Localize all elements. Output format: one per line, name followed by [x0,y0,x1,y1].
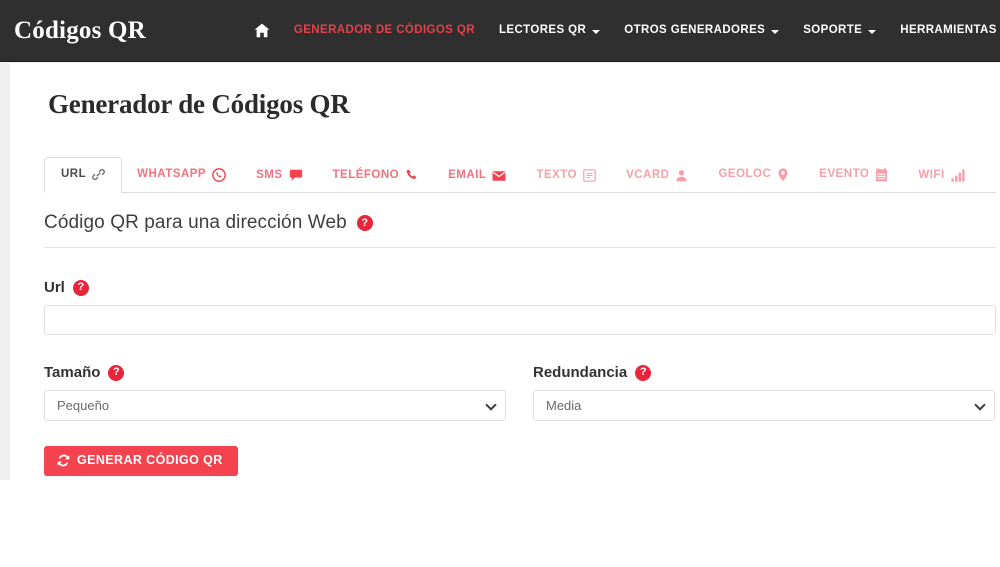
tab-sms[interactable]: SMS [241,160,317,192]
whatsapp-icon [212,168,226,182]
page-title: Generador de Códigos QR [48,89,350,119]
qr-form: Url ? Tamaño ? Pequeño Redundancia ? Med… [44,279,996,476]
tab-email[interactable]: EMAIL [433,161,521,192]
chevron-down-icon [771,29,780,34]
chevron-down-icon [868,29,877,34]
url-field-label: Url ? [44,279,996,296]
tab-wifi[interactable]: WIFI [903,160,979,192]
redundancy-field: Redundancia ? Media [533,337,995,421]
home-icon [254,23,270,38]
redundancy-select[interactable]: Media [533,390,995,421]
redundancy-label-text: Redundancia [533,364,628,381]
tab-label: TELÉFONO [332,168,400,181]
tab-telefono[interactable]: TELÉFONO [318,160,434,192]
redundancy-select-wrapper: Media [533,390,995,421]
help-icon[interactable]: ? [108,364,125,381]
tab-label: TEXTO [536,168,578,181]
nav-item-label: LECTORES QR [498,23,587,36]
size-select[interactable]: Pequeño [44,390,506,421]
calendar-icon [875,168,888,182]
content-card: Generador de Códigos QR URL WHATSAPP SMS… [10,63,1000,480]
tab-label: SMS [256,168,283,181]
help-icon[interactable]: ? [72,279,89,296]
tab-label: GEOLOC [718,168,772,181]
tab-label: WIFI [918,168,945,181]
tab-vcard[interactable]: VCARD [611,160,703,192]
phone-icon [405,169,418,182]
nav-item-label: GENERADOR DE CÓDIGOS QR [293,23,475,36]
chevron-down-icon [592,29,601,34]
tab-geoloc[interactable]: GEOLOC [703,159,804,192]
tab-evento[interactable]: EVENTO [804,159,903,192]
tab-label: WHATSAPP [137,168,207,181]
url-input[interactable] [44,305,996,335]
tab-label: EMAIL [448,169,487,182]
generate-qr-button[interactable]: Generar código QR [44,446,238,476]
navbar-menu: GENERADOR DE CÓDIGOS QR LECTORES QR OTRO… [242,23,1000,38]
signal-bars-icon [951,169,965,182]
sync-icon [57,454,70,467]
tab-texto[interactable]: TEXTO [521,160,611,192]
nav-item-lectores[interactable]: LECTORES QR [487,23,612,37]
nav-item-generador[interactable]: GENERADOR DE CÓDIGOS QR [282,23,487,37]
tab-whatsapp[interactable]: WHATSAPP [122,159,241,192]
help-icon[interactable]: ? [635,364,652,381]
text-box-icon [583,169,596,182]
comment-icon [289,169,303,182]
tab-label: VCARD [626,168,670,181]
user-icon [675,169,688,182]
site-brand[interactable]: Códigos QR [14,17,154,45]
envelope-icon [492,170,506,182]
section-heading: Código QR para una dirección Web ? [44,212,996,248]
tab-url[interactable]: URL [44,157,123,193]
redundancy-field-label: Redundancia ? [533,364,995,381]
nav-item-label: SOPORTE [803,23,863,36]
link-icon [92,168,106,181]
nav-item-home[interactable] [242,23,282,38]
form-options-row: Tamaño ? Pequeño Redundancia ? Media [44,337,996,421]
size-field-label: Tamaño ? [44,364,506,381]
nav-item-herramientas[interactable]: HERRAMIENTAS [888,23,1000,37]
section-title: Código QR para una dirección Web [44,212,347,233]
top-navbar: Códigos QR GENERADOR DE CÓDIGOS QR LECTO… [0,0,1000,62]
nav-item-soporte[interactable]: SOPORTE [791,23,888,37]
nav-item-otros-generadores[interactable]: OTROS GENERADORES [612,23,791,37]
size-select-wrapper: Pequeño [44,390,506,421]
url-label-text: Url [44,279,65,296]
map-pin-icon [777,168,789,182]
help-icon[interactable]: ? [356,215,373,231]
tab-label: EVENTO [819,168,870,181]
generate-qr-label: Generar código QR [77,453,223,468]
tab-label: URL [61,167,87,180]
page-background: Generador de Códigos QR URL WHATSAPP SMS… [0,62,1000,480]
nav-item-label: OTROS GENERADORES [624,23,766,36]
size-label-text: Tamaño [44,364,101,381]
size-field: Tamaño ? Pequeño [44,337,506,421]
nav-item-label: HERRAMIENTAS [900,23,997,36]
qr-type-tabs: URL WHATSAPP SMS TELÉFONO EMAIL TEXTO VC… [44,155,996,193]
